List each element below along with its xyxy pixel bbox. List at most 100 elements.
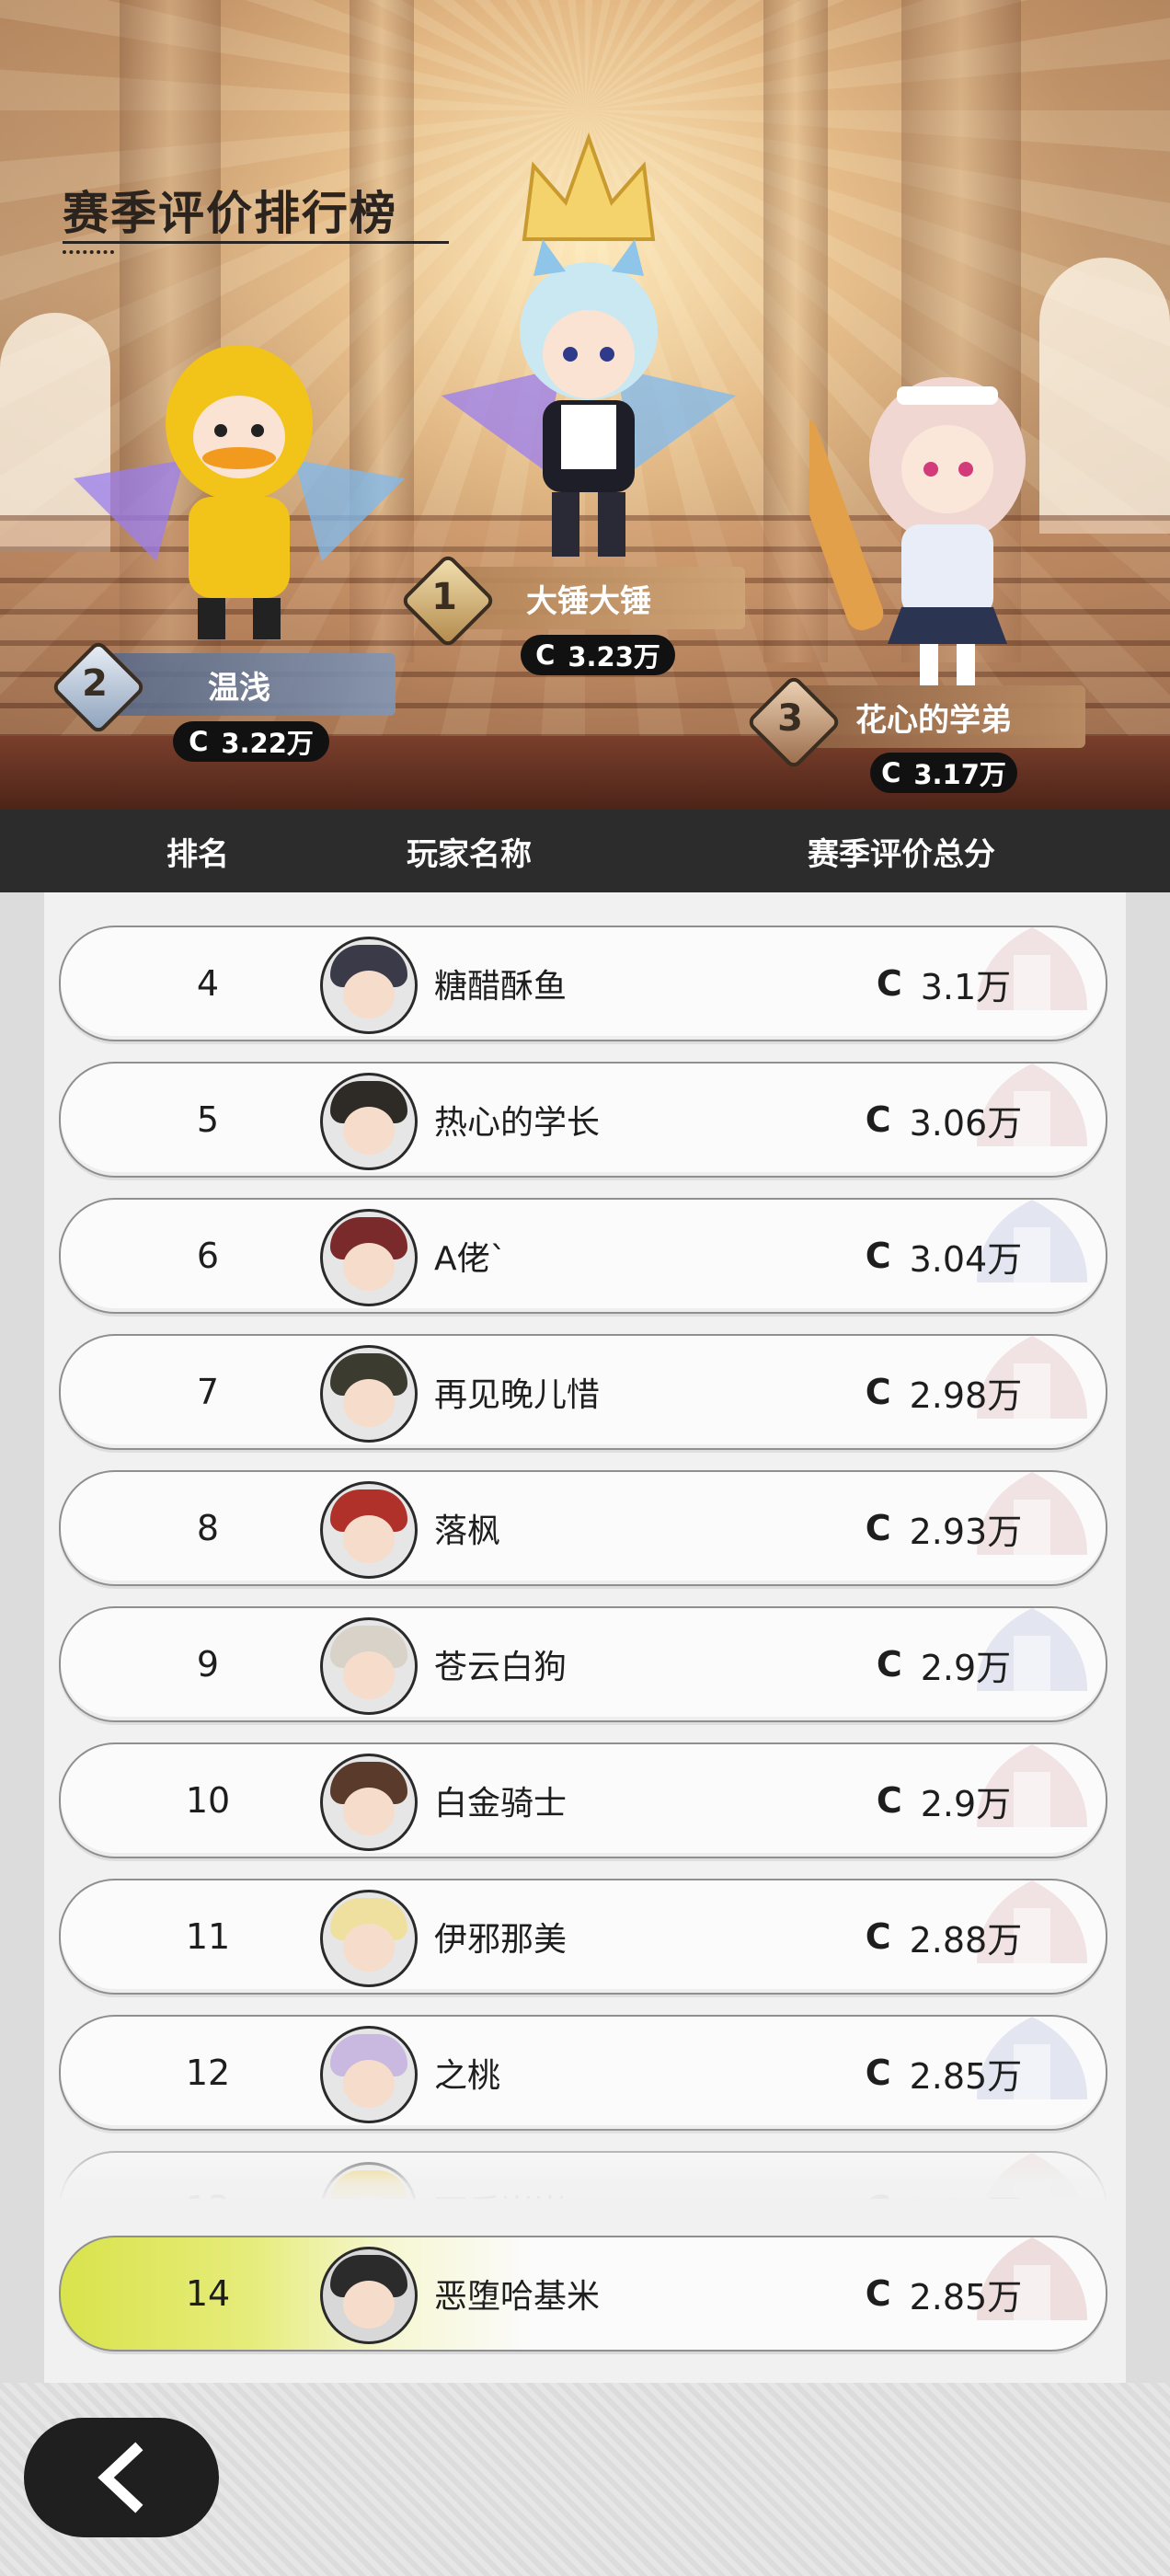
avatar[interactable] [320,1617,418,1715]
avatar[interactable] [320,937,418,1034]
score-value: 2.98万 [909,1374,1023,1416]
avatar-face [343,1107,395,1155]
title-dots [63,250,114,258]
table-row[interactable]: 11 伊邪那美 C 2.88万 [59,1879,1107,1995]
avatar-face [343,1924,395,1972]
avatar-face [343,1515,395,1563]
table-row[interactable]: 4 糖醋酥鱼 C 3.1万 [59,926,1107,1041]
rank-number: 4 [196,963,220,1004]
score-value: 3.1万 [920,966,1012,1007]
third-place-name: 花心的学弟 [855,701,1012,739]
currency-icon: C [876,963,902,1004]
first-place-name: 大锤大锤 [526,582,651,620]
table-row[interactable]: 5 热心的学长 C 3.06万 [59,1062,1107,1178]
rank-number: 10 [185,1780,231,1821]
my-rank-row[interactable]: 14 恶堕哈基米 C 2.85万 [59,2236,1107,2352]
avatar[interactable] [320,1890,418,1987]
player-name: 伊邪那美 [434,1921,568,1959]
score-value: 2.85万 [909,2055,1023,2097]
third-place-score-pill: C 3.17万 [870,753,1017,793]
table-row[interactable]: 12 之桃 C 2.85万 [59,2015,1107,2131]
third-place-rank: 3 [777,697,803,740]
second-place-score: 3.22万 [221,728,314,759]
title-underline [63,241,449,244]
player-name: A佬` [434,1240,507,1278]
avatar[interactable] [320,1073,418,1170]
score-cell: C 3.1万 [778,927,1106,1040]
table-header: 排名 玩家名称 赛季评价总分 [0,810,1170,892]
avatar[interactable] [320,2247,418,2344]
score-cell: C 3.04万 [778,1200,1106,1312]
table-row[interactable]: 9 苍云白狗 C 2.9万 [59,1606,1107,1722]
table-row[interactable]: 6 A佬` C 3.04万 [59,1198,1107,1314]
list-fade-overlay [44,2125,1126,2208]
rank-number: 11 [185,1916,231,1957]
first-place-score: 3.23万 [568,641,660,673]
score-value: 2.88万 [909,1919,1023,1961]
back-button[interactable] [24,2418,219,2537]
second-place-rank: 2 [82,662,108,705]
first-place-character [442,239,736,557]
second-place-score-pill: C 3.22万 [173,721,329,762]
avatar[interactable] [320,1481,418,1579]
score-cell: C 2.9万 [778,1744,1106,1857]
player-name: 恶堕哈基米 [434,2278,601,2316]
column-header-score: 赛季评价总分 [808,835,995,873]
score-cell: C 2.85万 [778,2017,1106,2129]
currency-icon: C [865,1099,891,1140]
score-value: 2.9万 [920,1647,1012,1688]
avatar[interactable] [320,2026,418,2123]
avatar-face [343,1243,395,1291]
player-name: 糖醋酥鱼 [434,968,568,1006]
score-cell: C 2.88万 [778,1880,1106,1993]
score-value: 3.06万 [909,1102,1023,1144]
second-place-name: 温浅 [208,669,270,707]
rank-medal-icon: 2 [57,646,132,721]
player-name: 热心的学长 [434,1104,601,1142]
score-cell: C 2.9万 [778,1608,1106,1720]
score-value: 2.93万 [909,1511,1023,1552]
table-row[interactable]: 10 白金骑士 C 2.9万 [59,1742,1107,1858]
avatar-face [343,1651,395,1699]
third-place-score: 3.17万 [913,759,1006,790]
rank-number: 14 [185,2273,231,2314]
currency-icon: C [865,1508,891,1548]
avatar-face [343,971,395,1018]
currency-icon: C [535,639,556,671]
ranking-list[interactable]: 4 糖醋酥鱼 C 3.1万 5 热心的学长 C 3.06万 6 A佬` C 3.04万 7 再见晚儿惜 C 2… [44,911,1126,2199]
rank-number: 7 [196,1372,220,1412]
table-row[interactable]: 8 落枫 C 2.93万 [59,1470,1107,1586]
currency-icon: C [876,1780,902,1821]
currency-icon: C [865,1372,891,1412]
second-place-character [74,345,405,639]
table-row[interactable]: 7 再见晚儿惜 C 2.98万 [59,1334,1107,1450]
rank-number: 8 [196,1508,220,1548]
avatar-face [343,2281,395,2329]
rank-number: 5 [196,1099,220,1140]
first-place-score-pill: C 3.23万 [521,635,675,675]
avatar[interactable] [320,1209,418,1306]
avatar[interactable] [320,1754,418,1851]
score-cell: C 3.06万 [778,1064,1106,1176]
currency-icon: C [189,726,209,757]
currency-icon: C [881,757,901,788]
currency-icon: C [865,1236,891,1276]
rank-number: 9 [196,1644,220,1685]
avatar[interactable] [320,1345,418,1443]
score-value: 3.04万 [909,1238,1023,1280]
third-place-character [809,377,1026,685]
player-name: 白金骑士 [434,1785,568,1823]
podium-banner: 赛季评价排行榜 大锤大锤 1 C 3.23万 温浅 2 C 3.22万 花心的学… [0,0,1170,810]
avatar-face [343,1788,395,1835]
rank-medal-icon: 1 [407,559,482,635]
score-cell: C 2.93万 [778,1472,1106,1584]
rank-number: 6 [196,1236,220,1276]
avatar-face [343,2060,395,2108]
list-side-decoration [0,892,44,2383]
currency-icon: C [865,1916,891,1957]
currency-icon: C [865,2053,891,2093]
column-header-rank: 排名 [166,835,229,873]
avatar-face [343,1379,395,1427]
currency-icon: C [876,1644,902,1685]
score-cell: C 2.98万 [778,1336,1106,1448]
